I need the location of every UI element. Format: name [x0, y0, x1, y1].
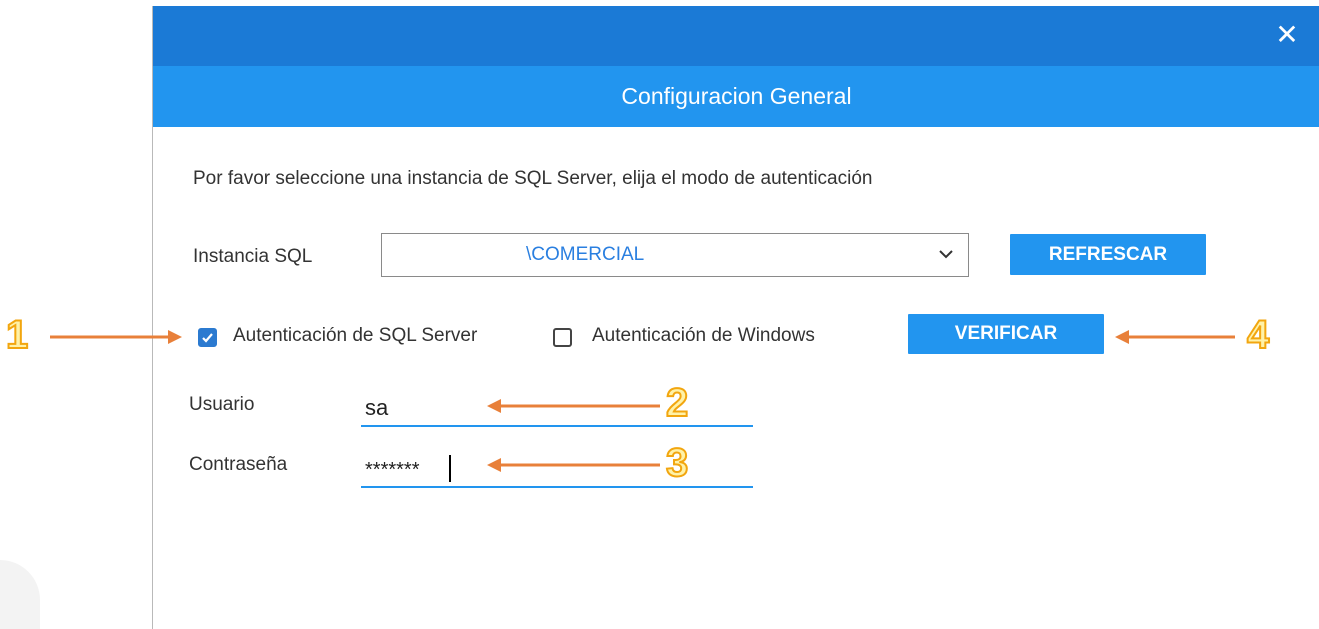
- arrow-1-head: [168, 330, 182, 344]
- arrow-4-head: [1115, 330, 1129, 344]
- arrow-2-head: [487, 399, 501, 413]
- arrow-3-head: [487, 458, 501, 472]
- annotation-arrows: [50, 330, 1235, 472]
